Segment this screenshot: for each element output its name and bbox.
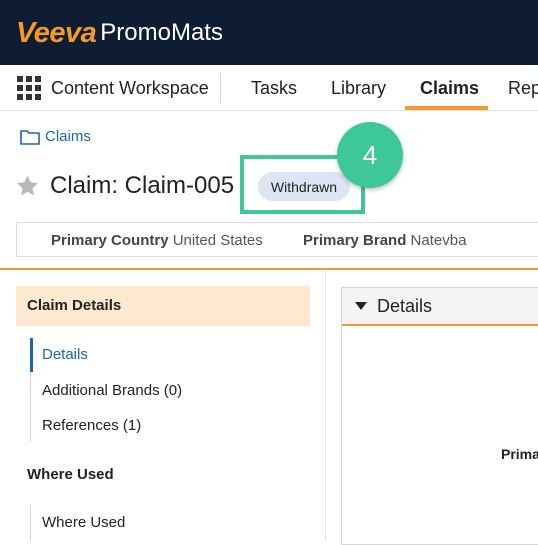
sidebar-item-references[interactable]: References (1) [42, 417, 141, 434]
property-value: Natevba [410, 232, 467, 249]
annotation-step-marker: 4 [337, 122, 403, 188]
sidebar-active-indicator [30, 338, 33, 372]
logo-product: PromoMats [100, 19, 223, 46]
details-panel-header[interactable] [342, 288, 538, 326]
details-panel-title: Details [377, 296, 433, 316]
property-value: United States [172, 232, 263, 249]
property-primary-country: Primary Country United States [51, 232, 263, 249]
page-title: Claim: Claim-005 [50, 172, 235, 199]
sidebar-item-details[interactable]: Details [42, 346, 88, 363]
tab-tasks[interactable]: Tasks [251, 78, 297, 99]
property-primary-brand: Primary Brand Natevba [303, 232, 466, 249]
nav-divider [220, 73, 221, 103]
sidebar-item-where-used[interactable]: Where Used [42, 514, 125, 531]
tab-reports[interactable]: Rep [508, 78, 538, 99]
tab-library[interactable]: Library [331, 78, 386, 99]
panel-divider [325, 270, 326, 541]
section-divider [0, 268, 538, 270]
folder-icon [20, 129, 40, 145]
workspace-switcher[interactable]: Content Workspace [51, 78, 209, 99]
active-tab-indicator [405, 106, 488, 110]
breadcrumb-claims-link[interactable]: Claims [45, 128, 91, 145]
sidebar-rail [30, 505, 31, 541]
field-label-primary: Prima [501, 446, 538, 462]
logo-company: Veeva [16, 17, 97, 49]
star-icon[interactable] [15, 174, 40, 198]
sidebar-item-additional-brands[interactable]: Additional Brands (0) [42, 382, 182, 399]
app-grid-icon[interactable] [17, 76, 41, 100]
sidebar-section-where-used: Where Used [27, 466, 114, 483]
breadcrumb[interactable]: Claims [20, 128, 91, 145]
caret-down-icon[interactable] [355, 302, 367, 310]
property-key: Primary Country [51, 232, 169, 249]
sidebar-section-claim-details[interactable]: Claim Details [16, 286, 310, 326]
app-logo[interactable]: Veeva PromoMats [16, 18, 223, 48]
property-key: Primary Brand [303, 232, 407, 249]
tab-claims[interactable]: Claims [420, 78, 479, 99]
